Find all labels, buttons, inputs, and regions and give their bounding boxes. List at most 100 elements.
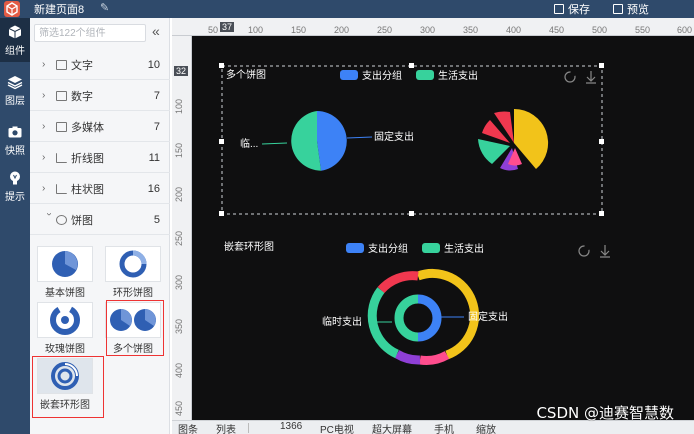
- component-panel: « › 文字 10 › 数字 7 › 多媒体 7 › 折线图 11 ›: [30, 18, 170, 434]
- download-icon[interactable]: [600, 245, 610, 258]
- thumb-label: 玫瑰饼图: [45, 344, 85, 355]
- component-rose-pie[interactable]: 玫瑰饼图: [36, 302, 94, 355]
- ruler-position-badge: 32: [174, 66, 189, 76]
- device-pc-tv[interactable]: PC电视: [320, 421, 354, 434]
- ruler-tick: 400: [174, 362, 184, 378]
- lightbulb-icon: [10, 171, 20, 185]
- rose-pie-thumb: [37, 302, 93, 338]
- ruler-tick: 550: [635, 25, 651, 35]
- thumb-label: 多个饼图: [113, 344, 153, 355]
- rail-item-components[interactable]: 组件: [0, 18, 30, 62]
- pie-slice-green: [291, 111, 321, 171]
- category-text[interactable]: › 文字 10: [30, 50, 170, 80]
- refresh-icon[interactable]: [578, 245, 590, 257]
- component-search-input[interactable]: [34, 24, 146, 42]
- component-ring-pie[interactable]: 环形饼图: [104, 246, 162, 299]
- rose-pie: [478, 108, 549, 171]
- refresh-icon[interactable]: [564, 71, 576, 83]
- chevron-down-icon: ›: [43, 212, 55, 216]
- ruler-tick: 300: [420, 25, 436, 35]
- category-count: 7: [153, 120, 160, 133]
- component-multi-pie[interactable]: 多个饼图: [104, 302, 162, 355]
- bar-chart-icon: [56, 183, 67, 194]
- category-pie-chart[interactable]: › 饼图 5: [30, 205, 170, 235]
- device-mobile[interactable]: 手机: [434, 421, 454, 434]
- ruler-tick: 200: [174, 186, 184, 202]
- resize-handle[interactable]: [409, 211, 414, 216]
- edit-icon[interactable]: ✎: [100, 1, 109, 14]
- resize-handle[interactable]: [409, 63, 414, 68]
- layers-icon: [7, 76, 23, 90]
- inner-ring: [394, 294, 442, 342]
- resize-handle[interactable]: [599, 211, 604, 216]
- ruler-tick: 50: [208, 25, 219, 35]
- legend-swatch-green: [416, 70, 434, 80]
- resize-handle[interactable]: [599, 139, 604, 144]
- legend-swatch-blue: [346, 243, 364, 253]
- legend-swatch-blue: [340, 70, 358, 80]
- legend-label[interactable]: 生活支出: [438, 69, 478, 82]
- rail-label: 图层: [5, 96, 25, 107]
- category-label: 柱状图: [71, 183, 104, 196]
- save-button[interactable]: 保存: [554, 1, 590, 17]
- resize-handle[interactable]: [219, 139, 224, 144]
- category-label: 饼图: [71, 214, 93, 227]
- download-icon[interactable]: [586, 71, 596, 84]
- rail-item-tips[interactable]: 提示: [0, 164, 30, 208]
- category-media[interactable]: › 多媒体 7: [30, 112, 170, 142]
- device-large-screen[interactable]: 超大屏幕: [372, 421, 412, 434]
- view-mode-chart[interactable]: 图条: [178, 421, 198, 434]
- line-chart-icon: [56, 152, 67, 163]
- ring-label-right: 固定支出: [468, 310, 508, 323]
- category-count: 11: [148, 151, 160, 164]
- legend-label[interactable]: 支出分组: [368, 242, 408, 255]
- ruler-tick: 350: [174, 318, 184, 334]
- pie-fixed-vs-temp: [291, 111, 347, 171]
- collapse-panel-icon[interactable]: «: [152, 23, 160, 39]
- category-line-chart[interactable]: › 折线图 11: [30, 143, 170, 173]
- category-label: 文字: [71, 59, 93, 72]
- category-number[interactable]: › 数字 7: [30, 81, 170, 111]
- ruler-tick: 100: [174, 98, 184, 114]
- rail-item-layers[interactable]: 图层: [0, 68, 30, 112]
- save-label: 保存: [568, 4, 590, 16]
- multi-pie-title: 多个饼图: [226, 68, 266, 81]
- pie-slice-blue: [317, 111, 347, 171]
- ruler-tick: 400: [506, 25, 522, 35]
- category-count: 5: [153, 213, 160, 226]
- ruler-tick: 600: [677, 25, 693, 35]
- nested-ring-thumb: [37, 358, 93, 394]
- rail-label: 快照: [5, 146, 25, 157]
- multi-pie-widget[interactable]: 多个饼图 支出分组 生活支出 临... 固定支出: [219, 63, 604, 216]
- legend-label[interactable]: 生活支出: [444, 242, 484, 255]
- design-canvas[interactable]: 多个饼图 支出分组 生活支出 临... 固定支出 嵌套环形图 支出分组 生活支出…: [192, 36, 694, 420]
- horizontal-ruler: 37 50 100 150 200 250 300 350 400 450 50…: [172, 18, 694, 36]
- component-nested-ring[interactable]: 嵌套环形图: [36, 358, 94, 411]
- resize-handle[interactable]: [219, 63, 224, 68]
- resize-handle[interactable]: [599, 63, 604, 68]
- rail-label: 提示: [5, 192, 25, 203]
- category-bar-chart[interactable]: › 柱状图 16: [30, 174, 170, 204]
- view-mode-list[interactable]: 列表: [216, 421, 236, 434]
- component-basic-pie[interactable]: 基本饼图: [36, 246, 94, 299]
- chevron-right-icon: ›: [42, 152, 46, 163]
- ruler-tick: 450: [174, 400, 184, 416]
- rail-item-snapshot[interactable]: 快照: [0, 118, 30, 162]
- app-window: 新建页面8 ✎ 保存 预览 组件 图层 快照 提示 «: [0, 0, 694, 434]
- ruler-tick: 100: [248, 25, 264, 35]
- ruler-tick: 350: [463, 25, 479, 35]
- canvas-width-value[interactable]: 1366: [280, 421, 302, 432]
- save-icon: [554, 4, 564, 14]
- preview-button[interactable]: 预览: [613, 1, 649, 17]
- resize-handle[interactable]: [219, 211, 224, 216]
- category-count: 16: [147, 182, 160, 195]
- chevron-right-icon: ›: [42, 59, 46, 70]
- category-label: 多媒体: [71, 121, 104, 134]
- legend-swatch-green: [422, 243, 440, 253]
- legend-label[interactable]: 支出分组: [362, 69, 402, 82]
- chevron-right-icon: ›: [42, 183, 46, 194]
- ring-pie-thumb: [105, 246, 161, 282]
- basic-pie-thumb: [37, 246, 93, 282]
- chevron-right-icon: ›: [42, 121, 46, 132]
- nested-ring-widget[interactable]: 嵌套环形图 支出分组 生活支出 固定支出 临时支出: [224, 240, 610, 365]
